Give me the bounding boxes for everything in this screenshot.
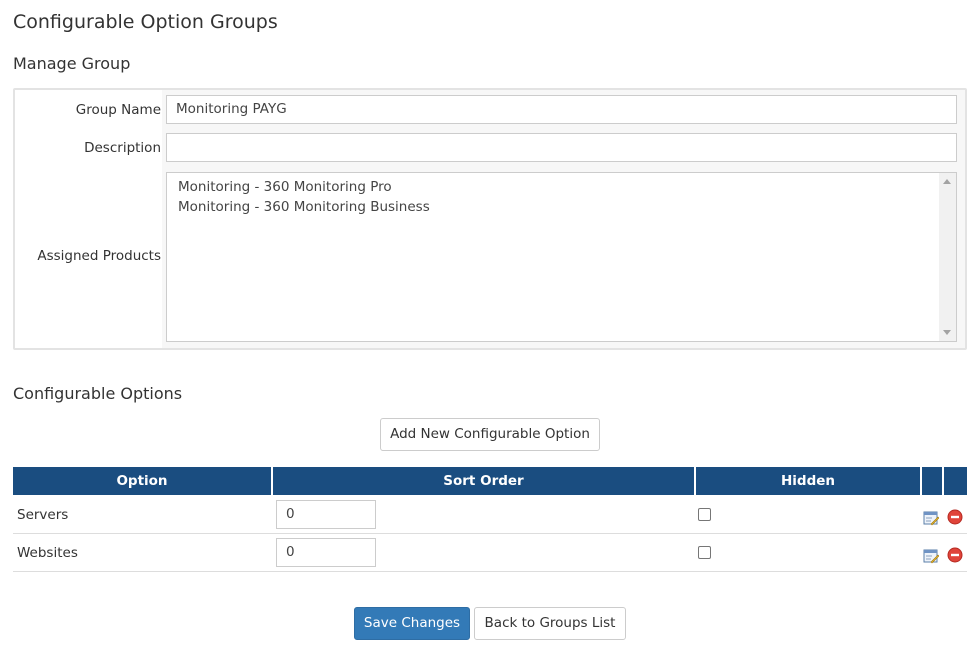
sort-order-input[interactable]: 0 [276,500,376,529]
manage-group-title: Manage Group [13,54,131,73]
delete-icon[interactable] [947,547,963,563]
assigned-products-label: Assigned Products [37,248,161,264]
back-to-groups-list-button[interactable]: Back to Groups List [474,607,626,640]
edit-icon[interactable] [923,548,939,564]
option-name: Servers [17,507,69,523]
edit-icon[interactable] [923,510,939,526]
configurable-options-title: Configurable Options [13,384,183,403]
column-header-option: Option [13,467,271,495]
row-divider [13,533,967,534]
assigned-products-listbox[interactable]: Monitoring - 360 Monitoring Pro Monitori… [166,172,957,342]
option-name: Websites [17,545,78,561]
listbox-scrollbar[interactable] [939,173,956,341]
add-configurable-option-button[interactable]: Add New Configurable Option [380,418,600,451]
description-input[interactable] [166,133,957,162]
page: Configurable Option Groups Manage Group … [0,0,980,660]
scroll-down-icon[interactable] [943,330,951,335]
delete-icon[interactable] [947,509,963,525]
column-header-sort-order: Sort Order [273,467,694,495]
assigned-product-item[interactable]: Monitoring - 360 Monitoring Business [178,199,430,215]
description-label: Description [84,140,161,156]
hidden-checkbox[interactable] [698,508,711,521]
scroll-up-icon[interactable] [943,179,951,184]
row-divider [13,571,967,572]
group-name-input[interactable]: Monitoring PAYG [166,95,957,124]
group-name-label: Group Name [75,102,161,118]
assigned-product-item[interactable]: Monitoring - 360 Monitoring Pro [178,179,392,195]
sort-order-input[interactable]: 0 [276,538,376,567]
save-changes-button[interactable]: Save Changes [354,607,470,640]
column-header-edit [922,467,942,495]
column-header-hidden: Hidden [696,467,920,495]
hidden-checkbox[interactable] [698,546,711,559]
column-header-delete [944,467,967,495]
page-title: Configurable Option Groups [13,11,278,33]
manage-group-form: Group Name Monitoring PAYG Description A… [13,88,967,350]
